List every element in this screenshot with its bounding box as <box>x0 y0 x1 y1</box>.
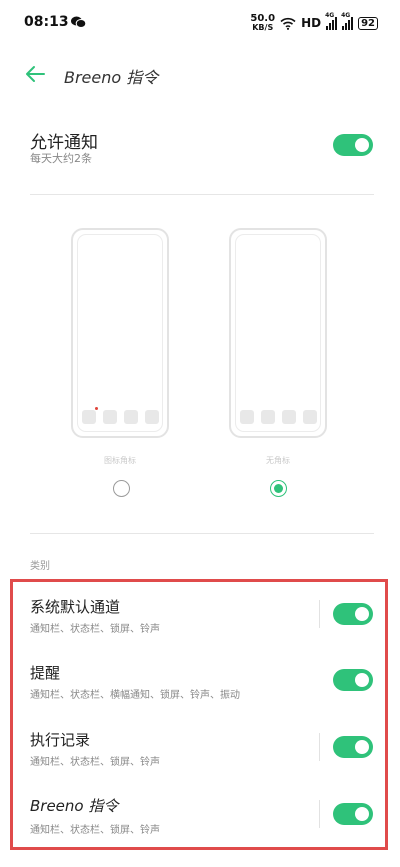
app-icon <box>239 410 254 424</box>
no-badge-preview-label: 无角标 <box>266 456 290 465</box>
divider <box>30 533 374 534</box>
badge-dot <box>94 407 98 410</box>
category-description: 通知栏、状态栏、锁屏、铃声 <box>30 624 160 635</box>
vertical-separator <box>319 600 320 628</box>
dock-icons <box>231 410 325 424</box>
category-toggle-execution-log[interactable] <box>333 736 373 758</box>
category-toggle-reminder[interactable] <box>333 669 373 691</box>
app-icon <box>102 410 117 424</box>
category-toggle-system-default[interactable] <box>333 603 373 625</box>
category-title: 执行记录 <box>30 731 91 749</box>
signal-icon-1: 4G <box>325 12 338 30</box>
vertical-separator <box>319 800 320 828</box>
category-description: 通知栏、状态栏、锁屏、铃声 <box>30 825 160 836</box>
category-description: 通知栏、状态栏、横幅通知、锁屏、铃声、振动 <box>30 690 240 701</box>
network-type-2: 4G <box>341 11 351 19</box>
wifi-icon <box>280 17 296 30</box>
app-icon <box>144 410 159 424</box>
app-icon <box>281 410 296 424</box>
allow-notifications-subtitle: 每天大约2条 <box>30 152 92 165</box>
back-arrow-icon[interactable] <box>24 63 46 85</box>
category-title: 提醒 <box>30 664 61 682</box>
badge-radio[interactable] <box>113 480 130 497</box>
category-description: 通知栏、状态栏、锁屏、铃声 <box>30 757 160 768</box>
category-title: Breeno 指令 <box>30 797 119 815</box>
allow-notifications-toggle[interactable] <box>333 134 373 156</box>
page-title: Breeno 指令 <box>64 68 159 87</box>
app-icon <box>302 410 317 424</box>
network-type-1: 4G <box>325 11 335 19</box>
dock-icons <box>73 407 167 424</box>
app-icon <box>81 407 98 424</box>
badge-preview-label: 图标角标 <box>104 456 136 465</box>
no-badge-preview-phone[interactable] <box>229 228 327 438</box>
status-indicators: 50.0 KB/S HD 4G 4G 92 <box>250 12 378 34</box>
net-speed-unit: KB/S <box>252 23 274 32</box>
net-speed-value: 50.0 <box>250 13 276 24</box>
app-icon <box>123 410 138 424</box>
category-title: 系统默认通道 <box>30 598 121 616</box>
category-toggle-breeno[interactable] <box>333 803 373 825</box>
hd-indicator: HD <box>301 16 322 30</box>
status-bar: 08:13 50.0 KB/S HD 4G 4G 92 <box>0 0 400 46</box>
section-label: 类别 <box>30 561 50 572</box>
net-speed: 50.0 KB/S <box>250 13 276 33</box>
wechat-icon <box>71 16 86 28</box>
divider <box>30 194 374 195</box>
signal-icon-2: 4G <box>341 12 354 30</box>
app-icon <box>260 410 275 424</box>
battery-icon: 92 <box>358 16 378 30</box>
no-badge-radio[interactable] <box>270 480 287 497</box>
status-time: 08:13 <box>24 14 69 30</box>
badge-preview-phone[interactable] <box>71 228 169 438</box>
vertical-separator <box>319 733 320 761</box>
